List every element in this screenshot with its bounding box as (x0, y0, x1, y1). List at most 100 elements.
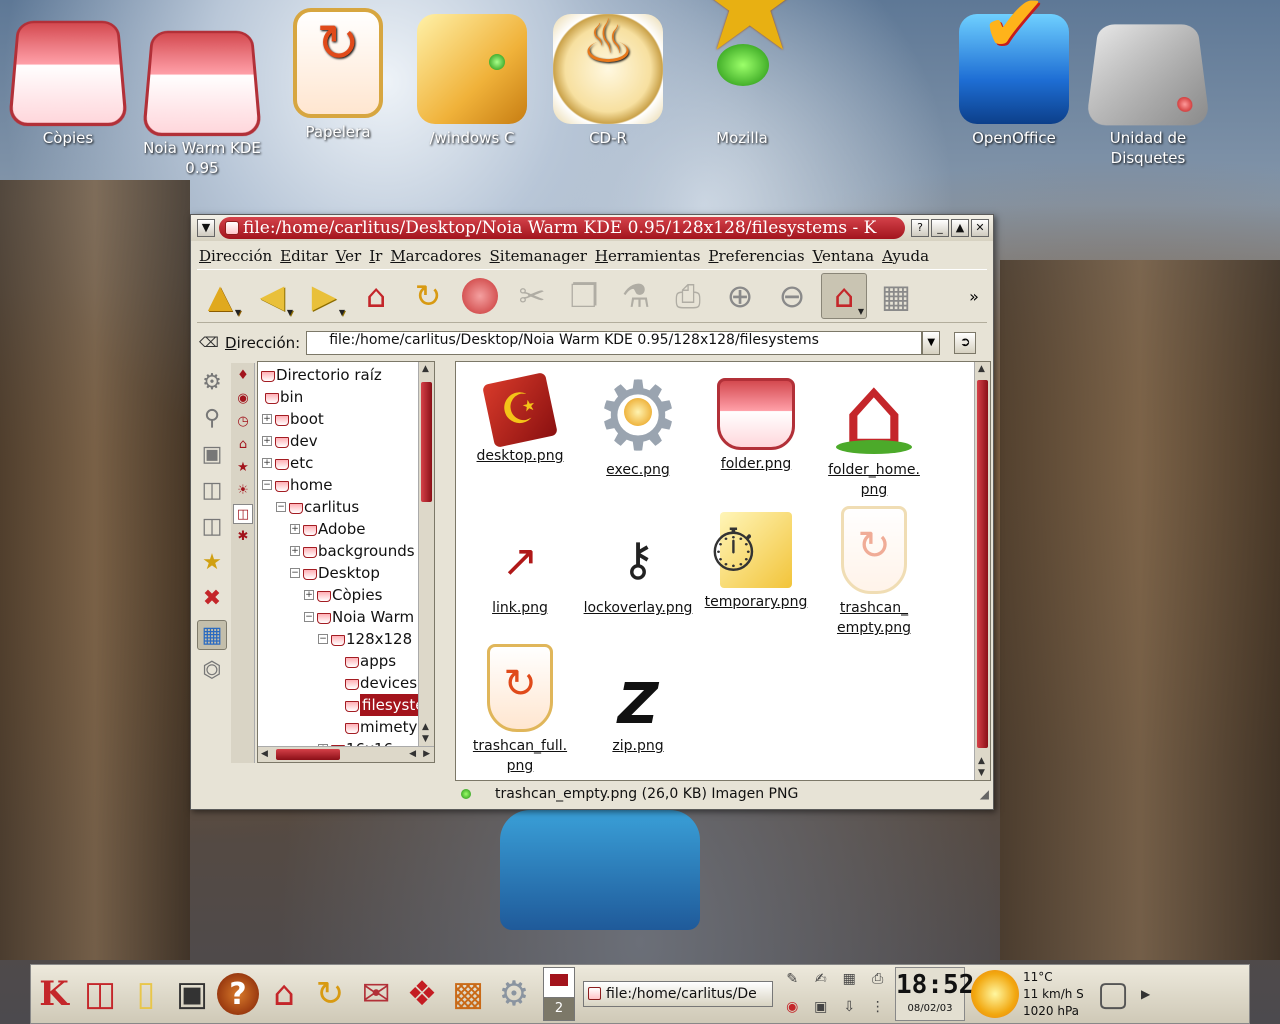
tree-item[interactable]: − carlitus (276, 496, 359, 518)
nav-module-history[interactable]: ◷ (233, 412, 253, 432)
file-item[interactable]: desktop.png (460, 368, 580, 466)
minimize-button[interactable]: _ (931, 219, 949, 237)
file-icon-view[interactable]: desktop.png exec.png folder.png folder_h… (455, 361, 991, 781)
sidebar-tab-images[interactable]: ▦ (197, 620, 227, 650)
text-editor-launcher[interactable]: ▯ (125, 969, 167, 1019)
nav-module-services[interactable]: ☀ (233, 481, 253, 501)
desktop-icon-trash[interactable]: Papelera (278, 8, 398, 142)
expand-toggle[interactable]: + (290, 546, 300, 556)
pager-desktop-active[interactable] (544, 968, 574, 998)
terminal-launcher[interactable]: ▣ (171, 969, 213, 1019)
sidebar-tab-search[interactable]: ⚲ (197, 404, 227, 434)
expand-toggle[interactable]: + (262, 414, 272, 424)
scroll-right-arrow[interactable]: ▶ (423, 749, 430, 759)
close-button[interactable]: ✕ (971, 219, 989, 237)
desktop-icon-copies[interactable]: Còpies (7, 14, 129, 148)
scrollbar-thumb[interactable] (977, 380, 988, 748)
menu-editar[interactable]: Editar (276, 245, 332, 267)
k-menu-button[interactable]: K (33, 969, 75, 1019)
scroll-left-arrow[interactable]: ◀ (409, 749, 416, 759)
scrollbar-thumb[interactable] (276, 749, 340, 760)
desktop-icon-cdr[interactable]: CD-R (548, 14, 668, 148)
tree-item[interactable]: − Noia Warm K (304, 606, 429, 628)
weather-report[interactable]: 11°C 11 km/h S 1020 hPa (1023, 969, 1085, 1020)
scroll-up-arrow[interactable]: ▲ (422, 722, 429, 732)
sidebar-tab-services[interactable]: ⚙ (197, 368, 227, 398)
tree-item[interactable]: + Adobe (290, 518, 365, 540)
collapse-toggle[interactable]: − (304, 612, 314, 622)
menu-ventana[interactable]: Ventana (809, 245, 879, 267)
konqueror-home-launcher[interactable]: ⌂ (263, 969, 305, 1019)
back-button[interactable]: ◀ ▼ (249, 273, 295, 319)
sidebar-tab-devices[interactable]: ▣ (197, 440, 227, 470)
tree-item[interactable]: devices (344, 672, 417, 694)
scroll-up-arrow[interactable]: ▲ (978, 364, 985, 374)
collapse-toggle[interactable]: − (318, 634, 328, 644)
nav-module-network[interactable]: ★ (233, 458, 253, 478)
scroll-down-arrow[interactable]: ▼ (978, 768, 985, 778)
sidebar-tab-network[interactable]: ◫ (197, 476, 227, 506)
file-item-selected[interactable]: trashcan_ empty.png (814, 506, 934, 638)
scroll-left-arrow[interactable]: ◀ (261, 749, 268, 759)
directory-tree[interactable]: Directorio raíz bin + boot + dev + etc − hom… (257, 361, 435, 763)
sidebar-tab-history[interactable]: ✖ (197, 584, 227, 614)
detail-view-button[interactable]: ▦ (873, 273, 919, 319)
collapse-toggle[interactable]: − (276, 502, 286, 512)
tray-klipper-icon[interactable]: ✎ (779, 967, 806, 993)
menu-sitemanager[interactable]: Sitemanager (486, 245, 591, 267)
panel-hide-button[interactable]: ▶ (1141, 987, 1150, 1001)
reload-button[interactable]: ↻ (405, 273, 451, 319)
tree-horizontal-scrollbar[interactable]: ◀ ◀ ▶ (258, 746, 434, 762)
tray-stop-icon[interactable]: ◉ (779, 995, 806, 1021)
clear-location-button[interactable]: ⌫ (197, 332, 221, 354)
tree-vertical-scrollbar[interactable]: ▲ ▲ ▼ (418, 362, 434, 746)
nav-module-kde[interactable]: ✱ (233, 527, 253, 547)
sidebar-tab-storage[interactable]: ◫ (197, 512, 227, 542)
resize-grip-icon[interactable]: ◢ (980, 787, 989, 801)
pager-desktop-number[interactable]: 2 (544, 998, 574, 1020)
dropdown-caret[interactable]: ▼ (287, 308, 293, 317)
sidebar-tab-bookmarks[interactable]: ★ (197, 548, 227, 578)
tree-item[interactable]: − home (262, 474, 333, 496)
nav-module-bookmarks[interactable]: ♦ (233, 366, 253, 386)
tree-item-root[interactable]: Directorio raíz (260, 364, 382, 386)
window-menu-button[interactable]: ▼ (197, 219, 215, 237)
menu-ayuda[interactable]: Ayuda (878, 245, 933, 267)
cut-button[interactable]: ✂ (509, 273, 555, 319)
window-titlebar[interactable]: ▼ file:/home/carlitus/Desktop/Noia Warm … (191, 215, 993, 241)
file-item[interactable]: lockoverlay.png (578, 506, 698, 618)
file-item[interactable]: exec.png (578, 362, 698, 480)
tree-item[interactable]: + dev (262, 430, 318, 452)
file-item[interactable]: folder.png (696, 368, 816, 474)
desktop-icon-floppy[interactable]: Unidad de Disquetes (1085, 14, 1211, 168)
file-item[interactable]: zip.png (578, 644, 698, 756)
tray-extra-icon[interactable]: ⋮ (865, 995, 892, 1021)
scrollbar-thumb[interactable] (421, 382, 432, 502)
menu-herramientas[interactable]: Herramientas (591, 245, 704, 267)
mail-launcher[interactable]: ✉ (355, 969, 397, 1019)
collapse-toggle[interactable]: − (290, 568, 300, 578)
go-button[interactable]: ➲ (954, 332, 977, 354)
menu-direccion[interactable]: Dirección (195, 245, 276, 267)
view-mode-button[interactable]: ⌂ ▼ (821, 273, 867, 319)
zoom-out-button[interactable]: ⊖ (769, 273, 815, 319)
file-item[interactable]: temporary.png (696, 506, 816, 612)
paste-button[interactable]: ⚗ (613, 273, 659, 319)
tray-printer-icon[interactable]: ⎙ (865, 967, 892, 993)
stop-button[interactable] (457, 273, 503, 319)
dropdown-caret[interactable]: ▼ (858, 307, 864, 316)
sidebar-tab-filter[interactable]: ⏣ (197, 656, 227, 686)
control-center-launcher[interactable]: ⚙ (493, 969, 535, 1019)
print-button[interactable]: ⎙ (665, 273, 711, 319)
expand-toggle[interactable]: + (304, 590, 314, 600)
tray-notes-icon[interactable]: ✍ (808, 967, 835, 993)
nav-module-root[interactable]: ◫ (233, 504, 253, 524)
help-launcher[interactable]: ? (217, 973, 259, 1015)
tray-download-icon[interactable]: ⇩ (836, 995, 863, 1021)
dropdown-caret[interactable]: ▼ (339, 308, 345, 317)
package-launcher[interactable]: ▩ (447, 969, 489, 1019)
expand-toggle[interactable]: + (262, 436, 272, 446)
clock-applet[interactable]: 18:52 08/02/03 (895, 967, 974, 1021)
desktop-icon-noia-warm[interactable]: Noia Warm KDE 0.95 (141, 24, 263, 178)
maximize-button[interactable]: ▲ (951, 219, 969, 237)
